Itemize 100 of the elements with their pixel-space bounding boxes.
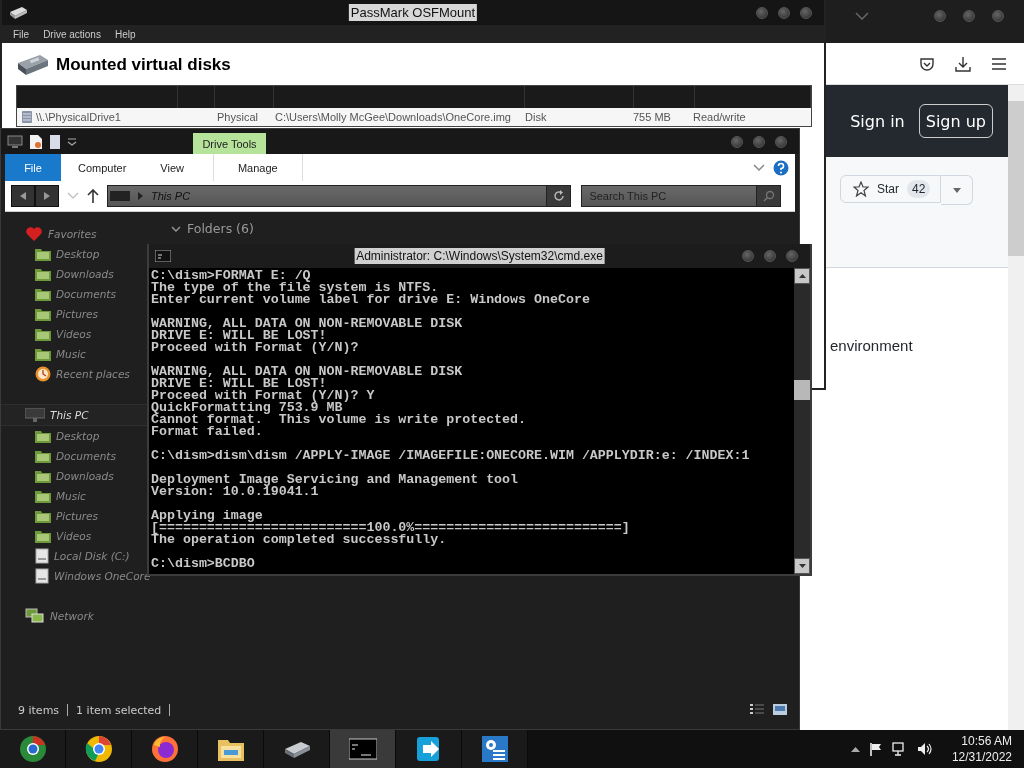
- scrollbar-thumb[interactable]: [794, 380, 810, 400]
- chevron-down-icon[interactable]: [753, 163, 765, 172]
- window-button[interactable]: [786, 250, 798, 262]
- contextual-tab[interactable]: Drive Tools: [193, 133, 266, 154]
- star-button[interactable]: Star 42: [840, 175, 942, 203]
- terminal-icon: [348, 735, 377, 763]
- taskbar-button[interactable]: [198, 730, 264, 768]
- flag-icon[interactable]: [868, 742, 883, 756]
- sidebar-item[interactable]: Favorites: [1, 224, 151, 244]
- right-triangle-icon: [44, 192, 50, 200]
- caret-icon[interactable]: [67, 137, 77, 146]
- clock[interactable]: 10:56 AM 12/31/2022: [941, 733, 1012, 765]
- menu-icon[interactable]: [991, 56, 1007, 71]
- terminal-icon: [155, 250, 171, 262]
- console-line: Proceed with Format (Y/N)? Y: [151, 390, 376, 402]
- back-button[interactable]: [11, 185, 35, 207]
- pocket-icon[interactable]: [919, 55, 935, 72]
- sidebar-item[interactable]: Music: [1, 344, 151, 364]
- window-button[interactable]: [742, 250, 754, 262]
- window-button[interactable]: [963, 9, 975, 22]
- sidebar-item[interactable]: Downloads: [1, 264, 151, 284]
- ribbon-tab[interactable]: File: [5, 154, 61, 181]
- sidebar-item[interactable]: Pictures: [1, 506, 151, 526]
- star-label: Star: [877, 182, 899, 196]
- address-bar[interactable]: This PC: [107, 185, 572, 207]
- scrollbar-thumb[interactable]: [1008, 101, 1024, 256]
- gear-icon: [480, 735, 509, 763]
- sidebar-item[interactable]: Desktop: [1, 244, 151, 264]
- sidebar-item[interactable]: Documents: [1, 284, 151, 304]
- caret-up-icon[interactable]: [850, 746, 860, 752]
- console-line: Version: 10.0.19041.1: [151, 486, 319, 498]
- window-button[interactable]: [992, 9, 1004, 22]
- table-cell-text: C:\Users\Molly McGee\Downloads\OneCore.img: [274, 111, 512, 123]
- console-line: The type of the file system is NTFS.: [151, 282, 440, 294]
- table-cell-text: Disk: [524, 111, 548, 123]
- scroll-down-button[interactable]: [794, 558, 810, 574]
- scroll-up-button[interactable]: [794, 268, 810, 284]
- sign-up-button[interactable]: Sign up: [918, 104, 993, 138]
- up-arrow-icon[interactable]: [87, 189, 99, 203]
- console-line: Deployment Image Servicing and Management tool: [151, 474, 520, 486]
- taskbar-button[interactable]: [0, 730, 66, 768]
- up-triangle-icon: [798, 274, 806, 278]
- folder-icon: [35, 287, 51, 301]
- chevron-down-icon[interactable]: [855, 11, 869, 20]
- sidebar-item[interactable]: Documents: [1, 446, 151, 466]
- console-line: DRIVE E: WILL BE LOST!: [151, 378, 327, 390]
- window-button[interactable]: [764, 250, 776, 262]
- sidebar-item[interactable]: Local Disk (C:): [1, 546, 151, 566]
- taskbar-button[interactable]: [264, 730, 330, 768]
- window-button[interactable]: [934, 9, 946, 22]
- taskbar-button[interactable]: [396, 730, 462, 768]
- sign-in-link[interactable]: Sign in: [850, 111, 905, 131]
- sidebar-item[interactable]: Pictures: [1, 304, 151, 324]
- menu-item[interactable]: Drive actions: [36, 28, 108, 40]
- computer-icon: [110, 190, 130, 202]
- details-view-icon[interactable]: [749, 704, 765, 716]
- window-title: Administrator: C:\Windows\System32\cmd.exe: [354, 248, 605, 264]
- folder-icon: [35, 347, 51, 361]
- page-icon[interactable]: [49, 133, 61, 150]
- table-cell: \\.\PhysicalDrive1: [36, 111, 121, 123]
- sidebar-item[interactable]: Network: [1, 606, 151, 626]
- disk-icon: [21, 110, 33, 124]
- folder-icon: [35, 327, 51, 341]
- forward-button[interactable]: [35, 185, 59, 207]
- menu-item[interactable]: Help: [107, 28, 143, 40]
- download-icon[interactable]: [955, 55, 971, 72]
- console-line: C:\dism>BCDBO: [151, 558, 256, 570]
- address-text: This PC: [151, 190, 191, 202]
- sidebar-item[interactable]: Recent places: [1, 364, 151, 384]
- window-button[interactable]: [775, 135, 787, 148]
- sidebar-item[interactable]: Windows OneCore: [1, 566, 151, 586]
- help-icon[interactable]: [773, 159, 789, 176]
- window-button[interactable]: [800, 6, 812, 19]
- ribbon-tab[interactable]: Manage: [212, 154, 303, 181]
- sidebar-item[interactable]: Downloads: [1, 466, 151, 486]
- window-button[interactable]: [756, 6, 768, 19]
- window-button[interactable]: [731, 135, 743, 148]
- sidebar-item[interactable]: Music: [1, 486, 151, 506]
- refresh-button[interactable]: [546, 186, 571, 206]
- computer-icon[interactable]: [7, 134, 23, 149]
- taskbar-button[interactable]: [132, 730, 198, 768]
- tiles-view-icon[interactable]: [773, 704, 787, 716]
- volume-icon[interactable]: [916, 742, 933, 756]
- scrollbar[interactable]: [794, 268, 810, 574]
- section-header[interactable]: Folders (6): [171, 221, 799, 236]
- sidebar-item[interactable]: Videos: [1, 526, 151, 546]
- taskbar-button[interactable]: [66, 730, 132, 768]
- sidebar-item[interactable]: Desktop: [1, 426, 151, 446]
- folder-icon: [35, 247, 51, 261]
- window-button[interactable]: [753, 135, 765, 148]
- scrollbar[interactable]: [1008, 85, 1024, 730]
- clock-icon: [35, 366, 51, 382]
- taskbar-button[interactable]: [462, 730, 528, 768]
- down-triangle-icon: [798, 564, 806, 568]
- console-line: QuickFormatting 753.9 MB: [151, 402, 343, 414]
- console-line: Cannot format. This volume is write protected.: [151, 414, 528, 426]
- document-icon[interactable]: [29, 133, 43, 150]
- window-button[interactable]: [778, 6, 790, 19]
- menu-item[interactable]: File: [6, 28, 37, 40]
- sidebar-item[interactable]: Videos: [1, 324, 151, 344]
